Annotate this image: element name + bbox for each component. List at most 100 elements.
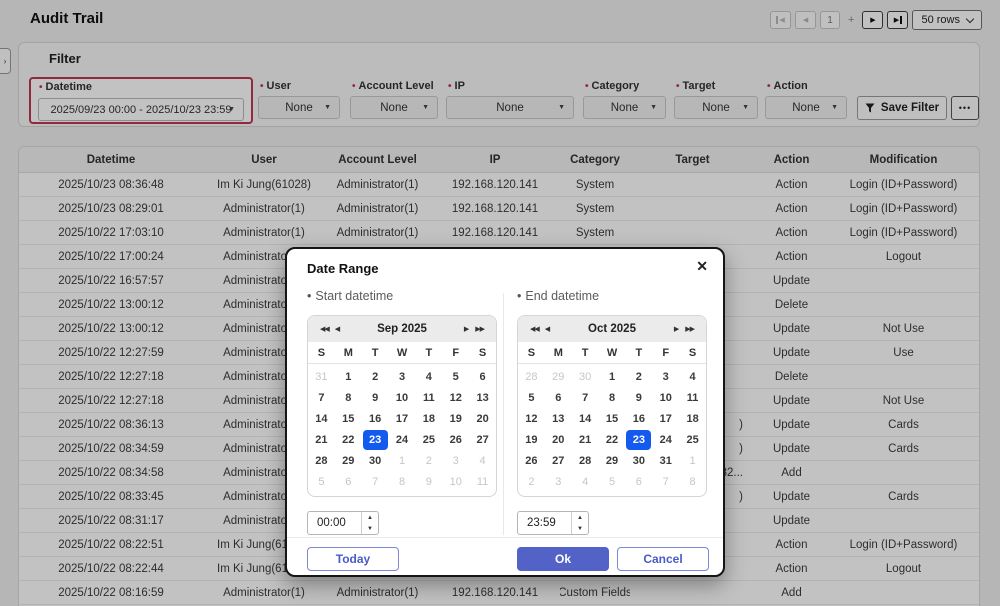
calendar-day[interactable]: 6 <box>469 366 496 387</box>
calendar-day[interactable]: 4 <box>469 450 496 471</box>
calendar-day[interactable]: 13 <box>545 408 572 429</box>
calendar-day[interactable]: 6 <box>335 471 362 492</box>
calendar-day[interactable]: 10 <box>652 387 679 408</box>
calendar-day[interactable]: 19 <box>518 429 545 450</box>
spinner-up-icon[interactable]: ▲ <box>362 512 378 523</box>
calendar-day[interactable]: 13 <box>469 387 496 408</box>
calendar-day[interactable]: 4 <box>679 366 706 387</box>
calendar-day[interactable]: 9 <box>362 387 389 408</box>
calendar-day-selected[interactable]: 23 <box>362 429 389 450</box>
calendar-day[interactable]: 29 <box>545 366 572 387</box>
prev-month-icon[interactable]: ◀ <box>542 325 553 333</box>
calendar-day[interactable]: 20 <box>545 429 572 450</box>
calendar-day[interactable]: 20 <box>469 408 496 429</box>
calendar-day[interactable]: 1 <box>679 450 706 471</box>
calendar-day[interactable]: 28 <box>572 450 599 471</box>
calendar-day[interactable]: 10 <box>389 387 416 408</box>
calendar-day[interactable]: 26 <box>442 429 469 450</box>
calendar-day[interactable]: 19 <box>442 408 469 429</box>
calendar-day[interactable]: 29 <box>599 450 626 471</box>
calendar-day[interactable]: 24 <box>389 429 416 450</box>
calendar-day[interactable]: 8 <box>335 387 362 408</box>
calendar-day[interactable]: 2 <box>362 366 389 387</box>
calendar-day[interactable]: 2 <box>415 450 442 471</box>
calendar-day[interactable]: 7 <box>572 387 599 408</box>
calendar-day[interactable]: 10 <box>442 471 469 492</box>
close-icon[interactable]: ✕ <box>696 258 708 275</box>
calendar-day[interactable]: 21 <box>572 429 599 450</box>
calendar-day[interactable]: 18 <box>415 408 442 429</box>
calendar-day[interactable]: 30 <box>362 450 389 471</box>
calendar-day[interactable]: 25 <box>679 429 706 450</box>
calendar-day[interactable]: 8 <box>599 387 626 408</box>
calendar-day-selected[interactable]: 23 <box>625 429 652 450</box>
calendar-day[interactable]: 28 <box>308 450 335 471</box>
calendar-day[interactable]: 7 <box>652 471 679 492</box>
calendar-day[interactable]: 8 <box>679 471 706 492</box>
calendar-day[interactable]: 11 <box>469 471 496 492</box>
calendar-day[interactable]: 16 <box>362 408 389 429</box>
calendar-day[interactable]: 4 <box>415 366 442 387</box>
calendar-day[interactable]: 27 <box>469 429 496 450</box>
calendar-day[interactable]: 18 <box>679 408 706 429</box>
calendar-day[interactable]: 28 <box>518 366 545 387</box>
calendar-day[interactable]: 31 <box>308 366 335 387</box>
calendar-day[interactable]: 2 <box>518 471 545 492</box>
calendar-day[interactable]: 3 <box>545 471 572 492</box>
prev-month-icon[interactable]: ◀ <box>332 325 343 333</box>
calendar-day[interactable]: 14 <box>572 408 599 429</box>
calendar-day[interactable]: 15 <box>599 408 626 429</box>
calendar-day[interactable]: 3 <box>389 366 416 387</box>
next-year-icon[interactable]: ▶▶ <box>472 325 487 333</box>
calendar-day[interactable]: 22 <box>335 429 362 450</box>
calendar-day[interactable]: 11 <box>415 387 442 408</box>
calendar-day[interactable]: 30 <box>572 366 599 387</box>
next-month-icon[interactable]: ▶ <box>461 325 472 333</box>
calendar-day[interactable]: 31 <box>652 450 679 471</box>
calendar-day[interactable]: 12 <box>518 408 545 429</box>
next-month-icon[interactable]: ▶ <box>671 325 682 333</box>
calendar-day[interactable]: 3 <box>652 366 679 387</box>
calendar-day[interactable]: 4 <box>572 471 599 492</box>
start-time-input[interactable]: 00:00 ▲ ▼ <box>307 511 379 535</box>
calendar-day[interactable]: 24 <box>652 429 679 450</box>
calendar-day[interactable]: 12 <box>442 387 469 408</box>
prev-year-icon[interactable]: ◀◀ <box>317 325 332 333</box>
calendar-day[interactable]: 26 <box>518 450 545 471</box>
calendar-day[interactable]: 14 <box>308 408 335 429</box>
calendar-day[interactable]: 1 <box>599 366 626 387</box>
calendar-day[interactable]: 7 <box>308 387 335 408</box>
calendar-day[interactable]: 1 <box>389 450 416 471</box>
calendar-day[interactable]: 6 <box>545 387 572 408</box>
calendar-day[interactable]: 25 <box>415 429 442 450</box>
calendar-day[interactable]: 27 <box>545 450 572 471</box>
next-year-icon[interactable]: ▶▶ <box>682 325 697 333</box>
today-button[interactable]: Today <box>307 547 399 571</box>
calendar-day[interactable]: 11 <box>679 387 706 408</box>
cancel-button[interactable]: Cancel <box>617 547 709 571</box>
calendar-day[interactable]: 30 <box>625 450 652 471</box>
spinner-up-icon[interactable]: ▲ <box>572 512 588 523</box>
prev-year-icon[interactable]: ◀◀ <box>527 325 542 333</box>
ok-button[interactable]: Ok <box>517 547 609 571</box>
calendar-day[interactable]: 21 <box>308 429 335 450</box>
calendar-day[interactable]: 8 <box>389 471 416 492</box>
calendar-day[interactable]: 5 <box>599 471 626 492</box>
calendar-day[interactable]: 17 <box>652 408 679 429</box>
calendar-day[interactable]: 9 <box>625 387 652 408</box>
calendar-day[interactable]: 2 <box>625 366 652 387</box>
calendar-day[interactable]: 5 <box>442 366 469 387</box>
end-time-input[interactable]: 23:59 ▲ ▼ <box>517 511 589 535</box>
calendar-day[interactable]: 7 <box>362 471 389 492</box>
spinner-down-icon[interactable]: ▼ <box>362 523 378 534</box>
calendar-day[interactable]: 6 <box>625 471 652 492</box>
calendar-day[interactable]: 29 <box>335 450 362 471</box>
calendar-day[interactable]: 5 <box>518 387 545 408</box>
calendar-day[interactable]: 1 <box>335 366 362 387</box>
calendar-day[interactable]: 9 <box>415 471 442 492</box>
calendar-day[interactable]: 15 <box>335 408 362 429</box>
calendar-day[interactable]: 16 <box>625 408 652 429</box>
calendar-day[interactable]: 5 <box>308 471 335 492</box>
calendar-day[interactable]: 3 <box>442 450 469 471</box>
spinner-down-icon[interactable]: ▼ <box>572 523 588 534</box>
